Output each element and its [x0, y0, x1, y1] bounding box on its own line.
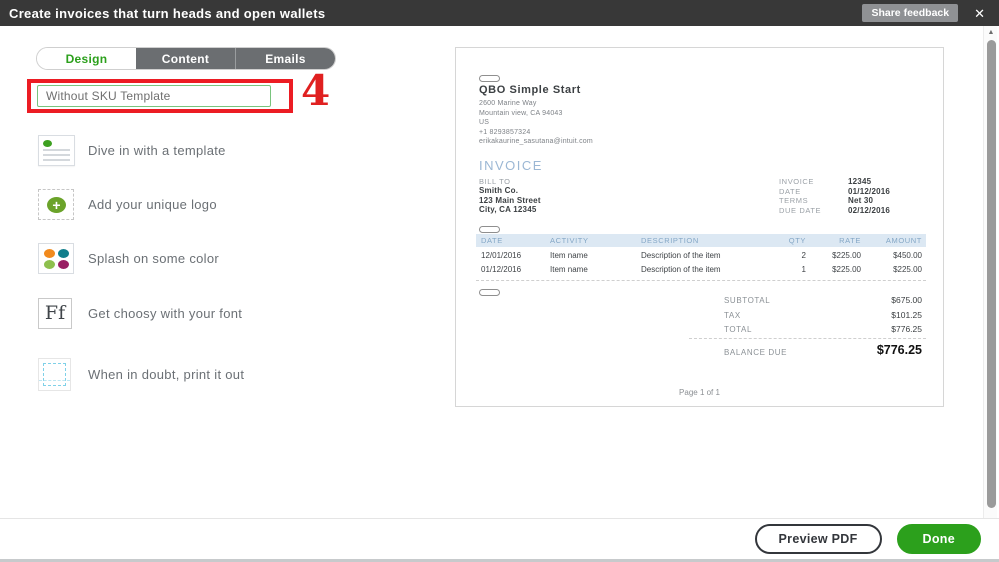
annotation-number: 4	[301, 66, 331, 115]
done-button[interactable]: Done	[896, 524, 981, 554]
sidebar-item-label: Add your unique logo	[88, 196, 217, 212]
scroll-up-icon[interactable]: ▲	[984, 29, 998, 36]
page-indicator: Page 1 of 1	[679, 388, 720, 397]
sidebar-item-label: Dive in with a template	[88, 142, 226, 158]
tab-content[interactable]: Content	[136, 48, 235, 69]
sidebar-item-font[interactable]: Ff Get choosy with your font	[38, 296, 242, 330]
vertical-scrollbar[interactable]: ▲ ▼	[983, 26, 997, 531]
sidebar-item-label: When in doubt, print it out	[88, 366, 245, 382]
section-handle	[479, 75, 500, 82]
table-separator	[476, 280, 926, 281]
tab-bar: Design Content Emails	[36, 47, 336, 70]
company-address: 2600 Marine Way Mountain view, CA 94043 …	[479, 100, 593, 145]
template-name-input[interactable]	[37, 85, 271, 107]
section-handle	[479, 226, 500, 233]
font-icon: Ff	[38, 297, 72, 329]
template-icon	[38, 134, 75, 166]
invoice-title: INVOICE	[479, 158, 543, 173]
bill-to-address: Smith Co. 123 Main Street City, CA 12345	[479, 186, 541, 214]
sidebar-item-logo[interactable]: + Add your unique logo	[38, 187, 217, 221]
sidebar-item-template[interactable]: Dive in with a template	[38, 133, 226, 167]
invoice-preview: QBO Simple Start 2600 Marine Way Mountai…	[455, 47, 944, 407]
sidebar-item-color[interactable]: Splash on some color	[38, 241, 219, 275]
dialog-footer: Preview PDF Done	[0, 519, 999, 559]
share-feedback-button[interactable]: Share feedback	[862, 4, 959, 22]
close-icon[interactable]: ✕	[974, 7, 985, 20]
balance-due-value: $776.25	[876, 343, 922, 357]
invoice-table-header: DATE ACTIVITY DESCRIPTION QTY RATE AMOUN…	[476, 234, 926, 247]
dialog-header: Create invoices that turn heads and open…	[0, 0, 999, 26]
scrollbar-thumb[interactable]	[986, 40, 996, 508]
company-name: QBO Simple Start	[479, 84, 581, 96]
sidebar-item-label: Get choosy with your font	[88, 305, 243, 321]
sidebar-item-label: Splash on some color	[88, 250, 220, 266]
balance-due-label: BALANCE DUE	[724, 348, 788, 357]
print-icon	[38, 357, 71, 391]
invoice-meta-labels: INVOICE DATE TERMS DUE DATE	[779, 177, 822, 215]
dialog-title: Create invoices that turn heads and open…	[9, 5, 326, 21]
sidebar-item-print[interactable]: When in doubt, print it out	[38, 357, 244, 391]
create-invoices-dialog: Create invoices that turn heads and open…	[0, 0, 999, 562]
totals-separator	[689, 338, 926, 339]
tab-design[interactable]: Design	[37, 48, 136, 69]
section-handle	[479, 289, 500, 296]
color-palette-icon	[38, 242, 74, 274]
invoice-meta-values: 12345 01/12/2016 Net 30 02/12/2016	[848, 177, 891, 215]
logo-upload-icon: +	[38, 188, 74, 220]
preview-pdf-button[interactable]: Preview PDF	[754, 524, 882, 554]
